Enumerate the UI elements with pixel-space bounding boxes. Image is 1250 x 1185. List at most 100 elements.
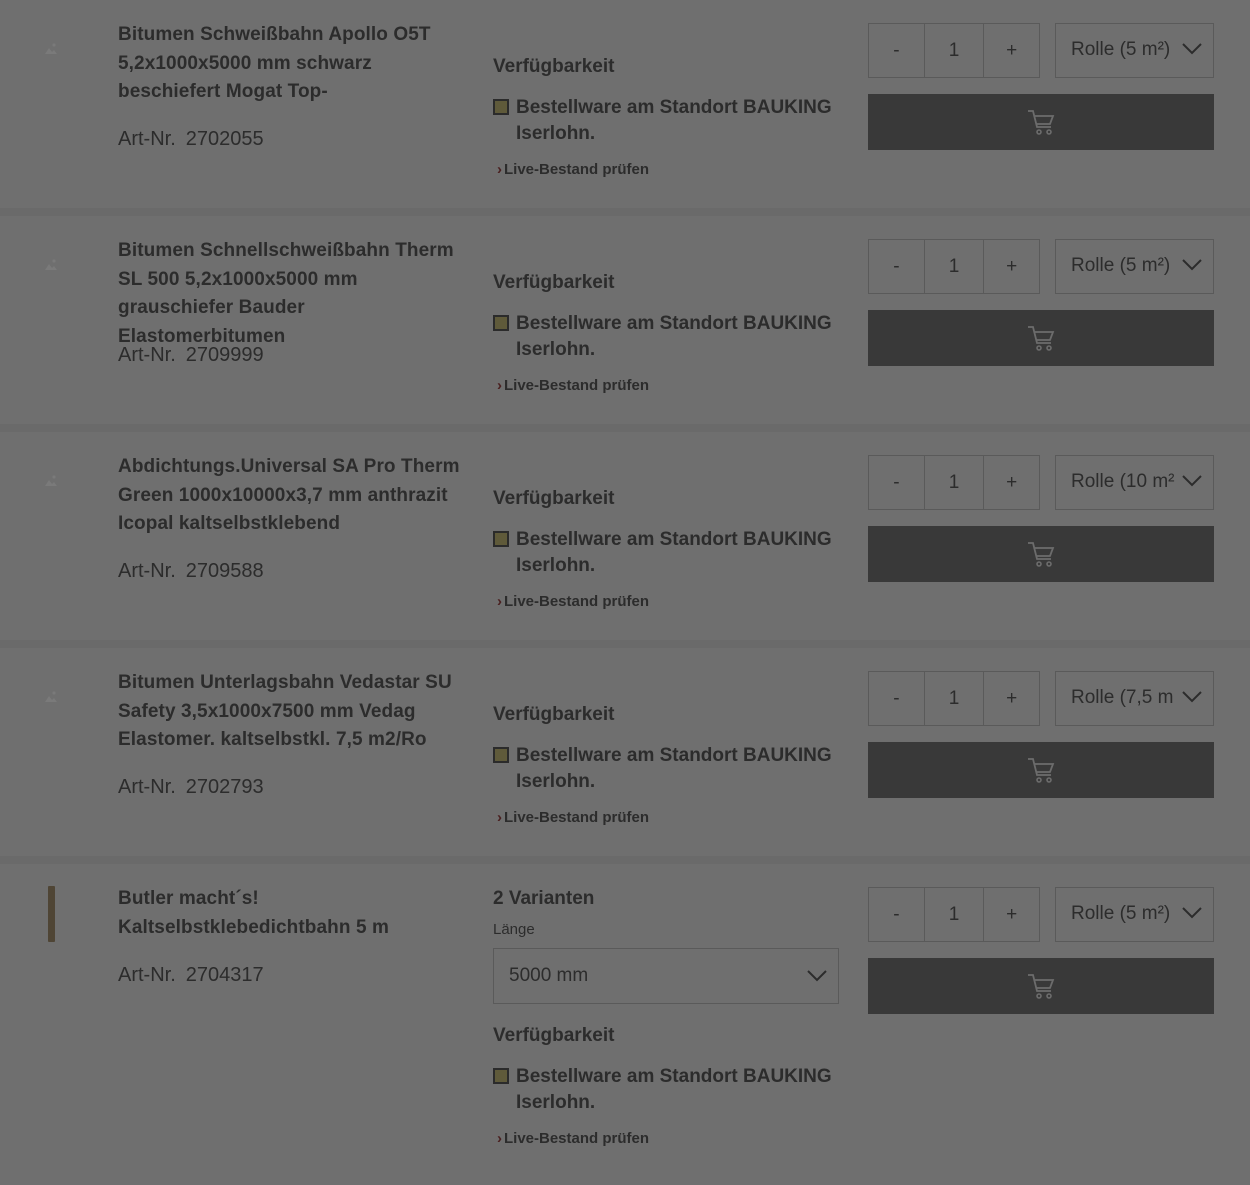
cart-icon — [1028, 110, 1055, 135]
add-to-cart-button[interactable] — [868, 94, 1214, 150]
availability-heading: Verfügbarkeit — [493, 704, 615, 725]
article-number: Art-Nr. 2709588 — [118, 560, 264, 583]
chevron-right-icon: › — [497, 593, 502, 610]
quantity-stepper: - 1 + — [868, 671, 1040, 726]
article-number-label: Art-Nr. — [118, 344, 176, 366]
article-number-value: 2702055 — [185, 128, 264, 150]
live-stock-link[interactable]: › Live-Bestand prüfen — [497, 809, 649, 826]
quantity-increase-button[interactable]: + — [984, 888, 1039, 941]
quantity-decrease-button[interactable]: - — [869, 456, 924, 509]
product-thumbnail[interactable] — [38, 38, 64, 64]
image-placeholder-icon — [45, 475, 57, 486]
quantity-decrease-button[interactable]: - — [869, 888, 924, 941]
article-number-label: Art-Nr. — [118, 776, 176, 798]
stock-indicator-icon — [493, 99, 509, 115]
add-to-cart-button[interactable] — [868, 958, 1214, 1014]
stock-indicator-icon — [493, 315, 509, 331]
unit-select[interactable]: Rolle (10 m² — [1055, 455, 1214, 510]
image-placeholder-icon — [45, 691, 57, 702]
image-placeholder-icon — [45, 43, 57, 54]
quantity-input[interactable]: 1 — [923, 24, 985, 77]
quantity-input[interactable]: 1 — [923, 888, 985, 941]
live-stock-label: Live-Bestand prüfen — [504, 161, 650, 178]
product-title[interactable]: Bitumen Schweißbahn Apollo O5T 5,2x1000x… — [118, 21, 468, 107]
article-number: Art-Nr. 2709999 — [118, 344, 264, 367]
quantity-increase-button[interactable]: + — [984, 456, 1039, 509]
unit-select-value: Rolle (7,5 m — [1071, 687, 1174, 708]
quantity-input[interactable]: 1 — [923, 240, 985, 293]
article-number-value: 2704317 — [185, 964, 264, 986]
stock-status-text: Bestellware am Standort BAUKING Iserlohn… — [516, 745, 832, 792]
live-stock-label: Live-Bestand prüfen — [504, 593, 650, 610]
cart-icon — [1028, 542, 1055, 567]
add-to-cart-button[interactable] — [868, 526, 1214, 582]
quantity-stepper: - 1 + — [868, 23, 1040, 78]
stock-status: Bestellware am Standort BAUKING Iserlohn… — [493, 1064, 838, 1116]
availability-heading: Verfügbarkeit — [493, 1025, 615, 1046]
chevron-down-icon — [1182, 259, 1202, 271]
unit-select-value: Rolle (5 m²) — [1071, 255, 1171, 276]
live-stock-label: Live-Bestand prüfen — [504, 809, 650, 826]
quantity-increase-button[interactable]: + — [984, 24, 1039, 77]
unit-select-value: Rolle (5 m²) — [1071, 903, 1171, 924]
variants-count: 2 Varianten — [493, 888, 595, 909]
quantity-decrease-button[interactable]: - — [869, 24, 924, 77]
chevron-right-icon: › — [497, 1130, 502, 1147]
stock-status-text: Bestellware am Standort BAUKING Iserlohn… — [516, 1066, 832, 1113]
stock-status: Bestellware am Standort BAUKING Iserlohn… — [493, 311, 838, 363]
add-to-cart-button[interactable] — [868, 310, 1214, 366]
live-stock-label: Live-Bestand prüfen — [504, 377, 650, 394]
product-thumbnail[interactable] — [48, 886, 55, 942]
article-number-value: 2702793 — [185, 776, 264, 798]
unit-select[interactable]: Rolle (5 m²) — [1055, 239, 1214, 294]
row-divider — [0, 208, 1250, 216]
chevron-down-icon — [1182, 475, 1202, 487]
stock-status-text: Bestellware am Standort BAUKING Iserlohn… — [516, 97, 832, 144]
quantity-stepper: - 1 + — [868, 239, 1040, 294]
row-divider — [0, 424, 1250, 432]
chevron-right-icon: › — [497, 377, 502, 394]
chevron-down-icon — [807, 970, 827, 982]
variant-label: Länge — [493, 921, 535, 938]
quantity-decrease-button[interactable]: - — [869, 240, 924, 293]
product-title[interactable]: Bitumen Unterlagsbahn Vedastar SU Safety… — [118, 669, 468, 755]
stock-status: Bestellware am Standort BAUKING Iserlohn… — [493, 743, 838, 795]
product-thumbnail[interactable] — [38, 254, 64, 280]
row-divider — [0, 640, 1250, 648]
unit-select[interactable]: Rolle (7,5 m — [1055, 671, 1214, 726]
stock-indicator-icon — [493, 1068, 509, 1084]
live-stock-link[interactable]: › Live-Bestand prüfen — [497, 1130, 649, 1147]
quantity-decrease-button[interactable]: - — [869, 672, 924, 725]
unit-select-value: Rolle (10 m² — [1071, 471, 1175, 492]
unit-select[interactable]: Rolle (5 m²) — [1055, 887, 1214, 942]
row-divider — [0, 856, 1250, 864]
quantity-increase-button[interactable]: + — [984, 672, 1039, 725]
quantity-input[interactable]: 1 — [923, 456, 985, 509]
availability-heading: Verfügbarkeit — [493, 272, 615, 293]
quantity-stepper: - 1 + — [868, 455, 1040, 510]
product-title[interactable]: Butler macht´s! Kaltselbstklebedichtbahn… — [118, 885, 468, 942]
quantity-input[interactable]: 1 — [923, 672, 985, 725]
article-number: Art-Nr. 2702055 — [118, 128, 264, 151]
product-thumbnail[interactable] — [38, 686, 64, 712]
chevron-right-icon: › — [497, 809, 502, 826]
live-stock-link[interactable]: › Live-Bestand prüfen — [497, 161, 649, 178]
product-thumbnail[interactable] — [38, 470, 64, 496]
product-title[interactable]: Abdichtungs.Universal SA Pro Therm Green… — [118, 453, 468, 539]
stock-status: Bestellware am Standort BAUKING Iserlohn… — [493, 95, 838, 147]
article-number-label: Art-Nr. — [118, 964, 176, 986]
live-stock-link[interactable]: › Live-Bestand prüfen — [497, 593, 649, 610]
chevron-right-icon: › — [497, 161, 502, 178]
availability-heading: Verfügbarkeit — [493, 56, 615, 77]
stock-indicator-icon — [493, 531, 509, 547]
live-stock-link[interactable]: › Live-Bestand prüfen — [497, 377, 649, 394]
stock-status-text: Bestellware am Standort BAUKING Iserlohn… — [516, 313, 832, 360]
chevron-down-icon — [1182, 907, 1202, 919]
product-title[interactable]: Bitumen Schnellschweißbahn Therm SL 500 … — [118, 237, 468, 351]
unit-select[interactable]: Rolle (5 m²) — [1055, 23, 1214, 78]
add-to-cart-button[interactable] — [868, 742, 1214, 798]
variant-select[interactable]: 5000 mm — [493, 948, 839, 1004]
quantity-increase-button[interactable]: + — [984, 240, 1039, 293]
cart-icon — [1028, 758, 1055, 783]
availability-heading: Verfügbarkeit — [493, 488, 615, 509]
